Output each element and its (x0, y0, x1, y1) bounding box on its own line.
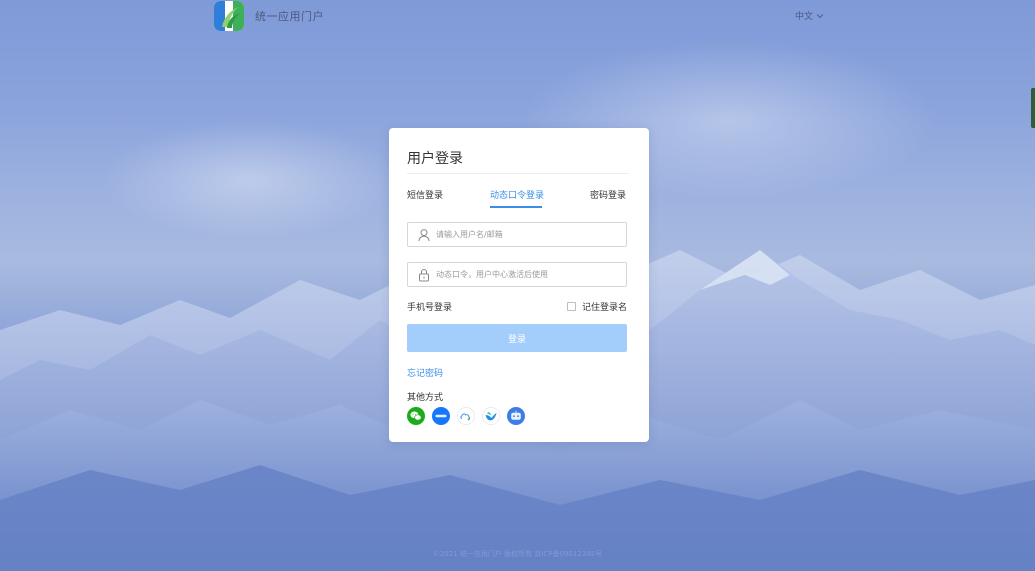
footer-copyright: ©2021 统一应用门户 版权所有 京ICP备09012345号 (432, 550, 603, 558)
remember-label: 记住登录名 (581, 303, 627, 313)
login-button[interactable]: 登录 (407, 324, 627, 352)
logo-icon (214, 1, 244, 31)
welink-icon (432, 407, 450, 425)
login-options-row: 手机号登录 记住登录名 (407, 300, 627, 314)
active-tab-indicator (490, 206, 542, 208)
login-card: 用户登录 短信登录 动态口令登录 密码登录 手机号登录 (389, 128, 649, 442)
tab-sms-login[interactable]: 短信登录 (407, 188, 443, 201)
cloud-icon (457, 407, 475, 425)
lock-icon (419, 268, 429, 281)
social-login-list (407, 407, 525, 425)
forgot-password-link[interactable]: 忘记密码 (407, 366, 443, 379)
welink-login-button[interactable] (432, 407, 450, 425)
tab-dynamic-token-login[interactable]: 动态口令登录 (490, 188, 544, 201)
title-divider (407, 173, 629, 174)
bird-login-button[interactable] (482, 407, 500, 425)
other-methods-label: 其他方式 (407, 393, 444, 403)
language-selector[interactable]: 中文 (795, 9, 824, 22)
bird-icon (482, 407, 500, 425)
cloud-login-button[interactable] (457, 407, 475, 425)
phone-login-link[interactable]: 手机号登录 (407, 300, 452, 313)
remember-username[interactable]: 记住登录名 (566, 300, 627, 313)
remember-checkbox[interactable] (566, 302, 576, 311)
tab-password-login[interactable]: 密码登录 (590, 188, 626, 201)
robot-login-button[interactable] (507, 407, 525, 425)
login-title: 用户登录 (407, 151, 463, 167)
language-label: 中文 (795, 12, 814, 22)
portal-logo[interactable] (214, 1, 244, 31)
robot-icon (507, 407, 525, 425)
token-field[interactable] (407, 262, 627, 287)
portal-title: 统一应用门户 (255, 10, 324, 23)
wechat-login-button[interactable] (407, 407, 425, 425)
login-tabs: 短信登录 动态口令登录 密码登录 (407, 188, 627, 210)
token-input[interactable] (436, 270, 616, 279)
side-tab[interactable] (1031, 88, 1035, 128)
chevron-down-icon (816, 13, 824, 18)
username-field[interactable] (407, 222, 627, 247)
user-icon (418, 228, 430, 241)
top-bar: 统一应用门户 中文 (0, 0, 1035, 32)
username-input[interactable] (436, 230, 616, 239)
login-page: 统一应用门户 中文 用户登录 短信登录 动态口令登录 密码登录 请输入用户名/邮… (0, 0, 1035, 571)
wechat-icon (407, 407, 425, 425)
